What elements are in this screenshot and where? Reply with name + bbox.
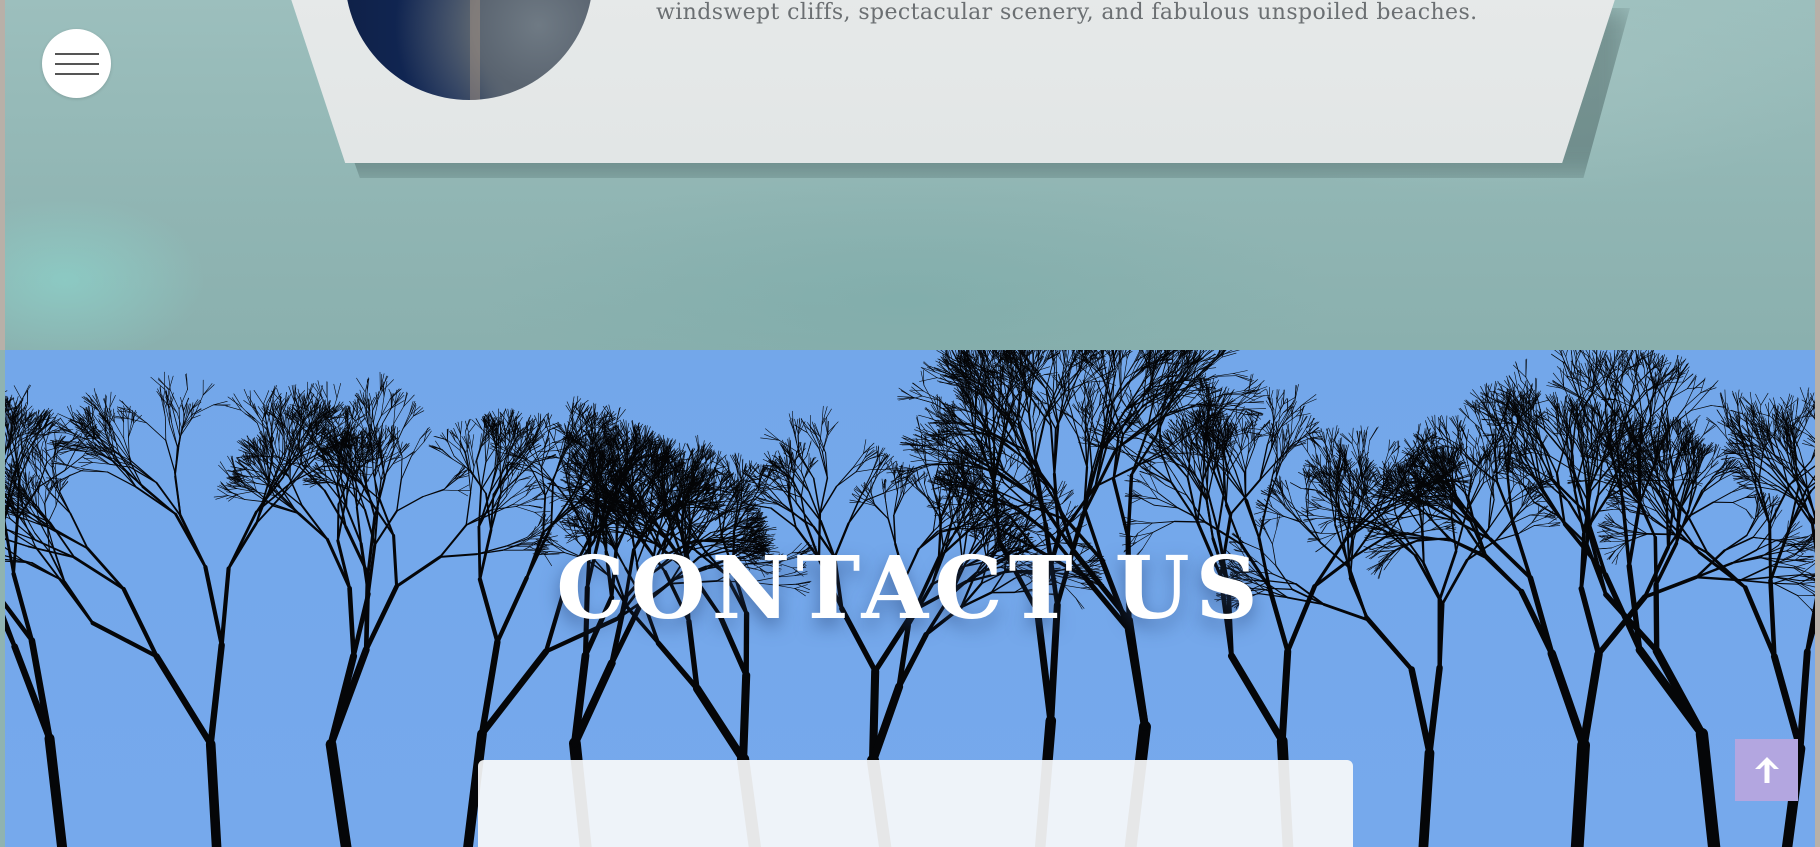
contact-section: CONTACT US [5,350,1815,847]
contact-title: CONTACT US [556,538,1264,639]
back-to-top-button[interactable] [1735,739,1798,801]
contact-form-card [478,760,1353,847]
menu-button[interactable] [42,29,111,98]
about-section: windswept cliffs, spectacular scenery, a… [0,0,1820,350]
about-description: windswept cliffs, spectacular scenery, a… [656,0,1478,25]
right-border [1815,0,1820,847]
arrow-up-icon [1754,757,1779,783]
page: windswept cliffs, spectacular scenery, a… [0,0,1820,847]
hamburger-icon [54,52,99,76]
